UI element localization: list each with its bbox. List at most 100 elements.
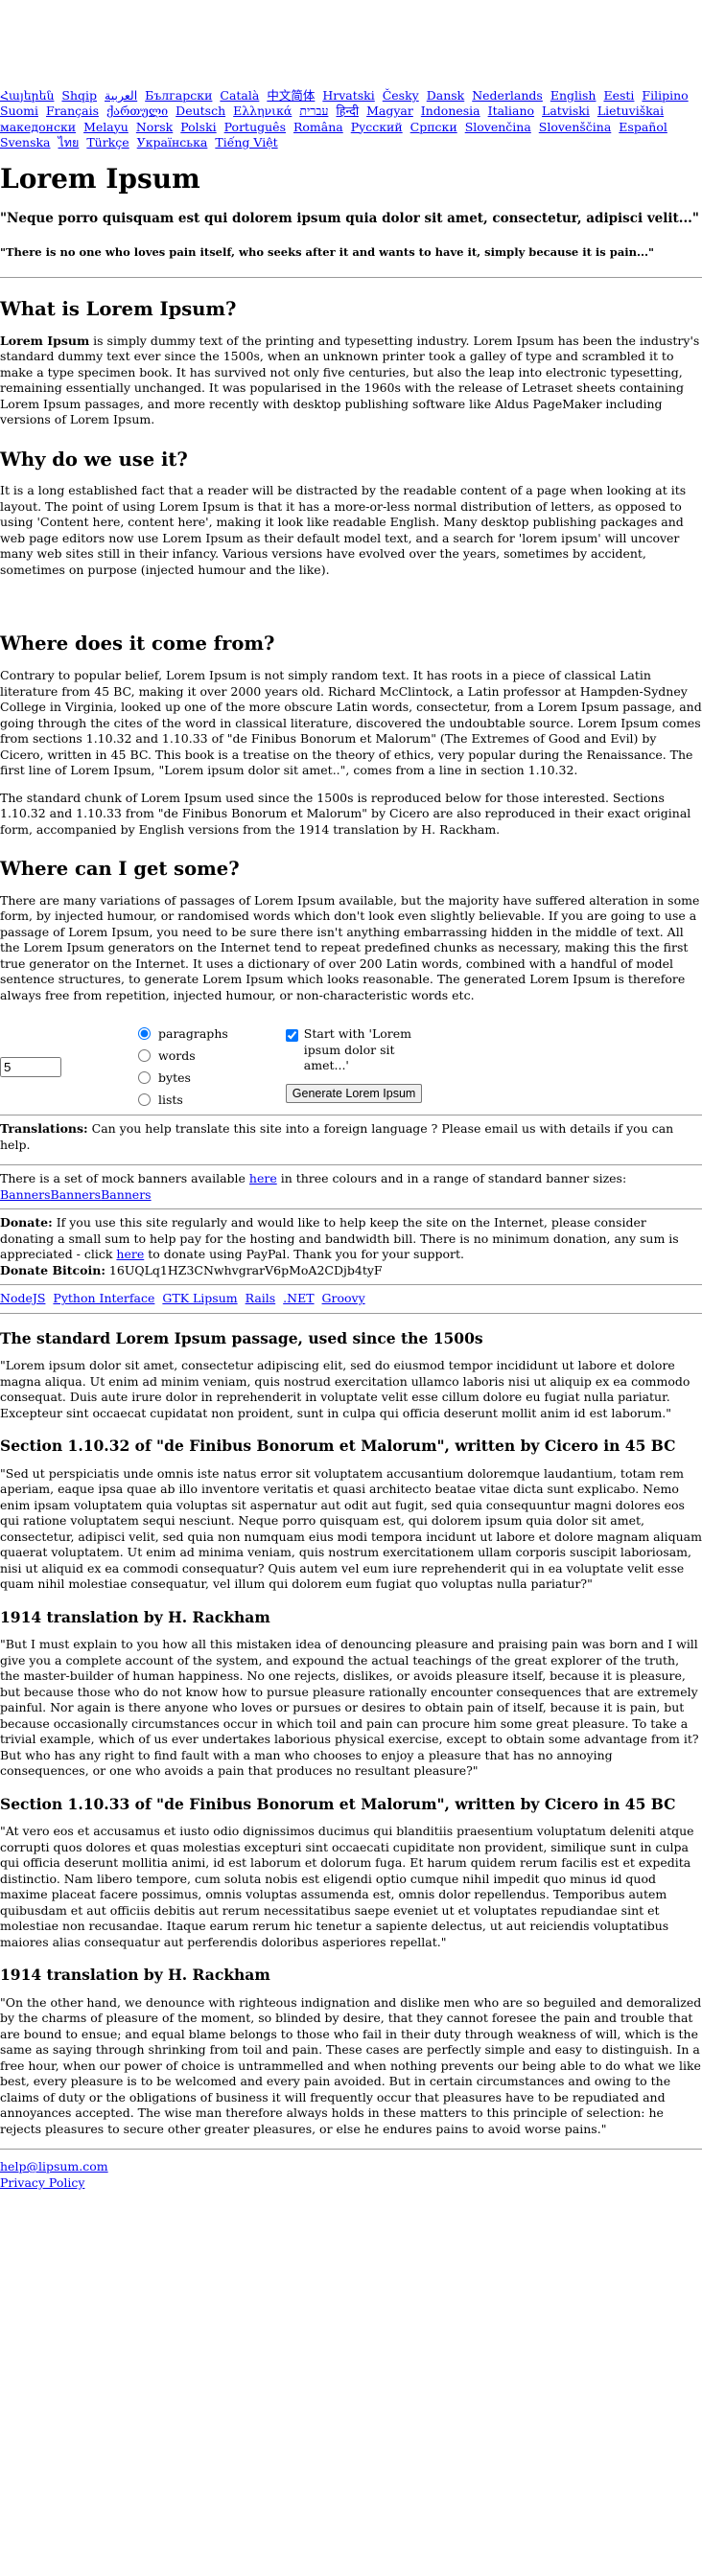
amount-input[interactable]	[0, 1057, 61, 1078]
language-link[interactable]: Svenska	[0, 135, 51, 150]
s1033-paragraph: "At vero eos et accusamus et iusto odio …	[0, 1824, 694, 1949]
divider	[0, 1208, 702, 1210]
divider	[0, 1312, 702, 1314]
language-link[interactable]: Tiếng Việt	[215, 135, 277, 150]
language-link[interactable]: العربية	[105, 88, 137, 103]
translation2-heading: 1914 translation by H. Rackham	[0, 1966, 270, 1985]
type-options: paragraphs words bytes lists	[138, 1023, 228, 1111]
language-link[interactable]: Српски	[410, 120, 457, 134]
tool-links: NodeJS Python Interface GTK Lipsum Rails…	[0, 1291, 702, 1307]
language-link[interactable]: Shqip	[61, 88, 97, 103]
option-paragraphs-label: paragraphs	[158, 1025, 228, 1041]
start-with-option[interactable]: Start with 'Lorem ipsum dolor sit amet..…	[285, 1026, 439, 1074]
language-list: Հայերեն Shqip العربية Български Català 中…	[0, 8, 702, 150]
quote-english: "There is no one who loves pain itself, …	[0, 244, 654, 259]
what-strong: Lorem Ipsum	[0, 333, 90, 348]
banners-block: There is a set of mock banners available…	[0, 1171, 702, 1203]
language-link[interactable]: Polski	[180, 120, 216, 134]
language-link[interactable]: Français	[46, 104, 99, 118]
language-link[interactable]: Suomi	[0, 104, 38, 118]
banner-image-3[interactable]: Banners	[101, 1187, 152, 1202]
translation1-paragraph: "But I must explain to you how all this …	[0, 1637, 699, 1779]
tool-link[interactable]: Python Interface	[53, 1291, 154, 1305]
bitcoin-label: Donate Bitcoin:	[0, 1262, 105, 1277]
language-link[interactable]: Filipino	[642, 88, 688, 103]
language-link[interactable]: Norsk	[136, 120, 173, 134]
paragraphs-radio[interactable]	[138, 1027, 151, 1041]
s1032-heading: Section 1.10.32 of "de Finibus Bonorum e…	[0, 1437, 676, 1456]
language-link[interactable]: Italiano	[488, 104, 534, 118]
quote-latin: "Neque porro quisquam est qui dolorem ip…	[0, 210, 699, 226]
page-title: Lorem Ipsum	[0, 163, 200, 195]
language-link[interactable]: Česky	[383, 88, 419, 103]
bitcoin-address: 16UQLq1HZ3CNwhvgrarV6pMoA2CDjb4tyF	[105, 1262, 383, 1277]
language-link[interactable]: עברית	[299, 104, 328, 118]
language-link[interactable]: Eesti	[603, 88, 634, 103]
generator-form: paragraphs words bytes lists Start with …	[0, 1019, 702, 1107]
language-link[interactable]: English	[550, 88, 597, 103]
banners-link[interactable]: here	[249, 1171, 277, 1185]
tool-link[interactable]: Groovy	[322, 1291, 365, 1305]
lists-radio[interactable]	[138, 1093, 151, 1107]
language-link[interactable]: Româna	[293, 120, 343, 134]
language-link[interactable]: македонски	[0, 120, 76, 134]
language-link[interactable]: Magyar	[366, 104, 413, 118]
language-link[interactable]: ქართული	[106, 104, 168, 118]
language-link[interactable]: Українська	[137, 135, 208, 150]
bytes-radio[interactable]	[138, 1071, 151, 1085]
language-link[interactable]: Հայերեն	[0, 88, 54, 103]
banner-image-2[interactable]: Banners	[51, 1187, 102, 1202]
privacy-link[interactable]: Privacy Policy	[0, 2175, 84, 2190]
what-text: is simply dummy text of the printing and…	[0, 333, 700, 427]
tool-link[interactable]: GTK Lipsum	[162, 1291, 237, 1305]
option-bytes[interactable]: bytes	[138, 1067, 228, 1089]
language-link[interactable]: Nederlands	[472, 88, 543, 103]
where-from-paragraph-1: Contrary to popular belief, Lorem Ipsum …	[0, 668, 702, 778]
start-with-label: Start with 'Lorem ipsum dolor sit amet..…	[303, 1026, 412, 1073]
why-paragraph: It is a long established fact that a rea…	[0, 483, 687, 577]
language-link[interactable]: Hrvatski	[322, 88, 374, 103]
option-lists[interactable]: lists	[138, 1089, 228, 1111]
divider	[0, 1115, 702, 1116]
tool-link[interactable]: Rails	[246, 1291, 276, 1305]
divider	[0, 2149, 702, 2150]
where-get-heading: Where can I get some?	[0, 858, 240, 881]
language-link[interactable]: Deutsch	[176, 104, 225, 118]
tool-link[interactable]: NodeJS	[0, 1291, 45, 1305]
language-link[interactable]: Latviski	[542, 104, 590, 118]
s1032-paragraph: "Sed ut perspiciatis unde omnis iste nat…	[0, 1465, 702, 1592]
option-paragraphs[interactable]: paragraphs	[138, 1023, 228, 1045]
donate-link[interactable]: here	[116, 1247, 144, 1261]
option-words[interactable]: words	[138, 1045, 228, 1067]
language-link[interactable]: Indonesia	[421, 104, 480, 118]
language-link[interactable]: Dansk	[427, 88, 465, 103]
start-with-checkbox[interactable]	[285, 1029, 298, 1043]
language-link[interactable]: Pyccкий	[351, 120, 403, 134]
donate-text-after: to donate using PayPal. Thank you for yo…	[144, 1247, 464, 1262]
donate-block: Donate: If you use this site regularly a…	[0, 1215, 702, 1278]
tool-link[interactable]: .NET	[283, 1291, 314, 1305]
standard-heading: The standard Lorem Ipsum passage, used s…	[0, 1328, 483, 1347]
divider	[0, 1284, 702, 1286]
language-link[interactable]: Slovenčina	[465, 120, 531, 134]
donate-strong: Donate:	[0, 1215, 53, 1230]
banner-image-1[interactable]: Banners	[0, 1187, 51, 1202]
language-link[interactable]: Melayu	[83, 120, 129, 134]
language-link[interactable]: Türkçe	[86, 135, 129, 150]
email-link[interactable]: help@lipsum.com	[0, 2159, 108, 2174]
language-link[interactable]: Español	[619, 120, 667, 134]
language-link[interactable]: Català	[220, 88, 259, 103]
page: Հայերեն Shqip العربية Български Català 中…	[0, 0, 702, 2191]
language-link[interactable]: हिन्दी	[336, 104, 359, 118]
language-link[interactable]: Português	[224, 120, 286, 134]
generate-button[interactable]: Generate Lorem Ipsum	[285, 1083, 423, 1103]
language-link[interactable]: Lietuviškai	[597, 104, 664, 118]
language-link[interactable]: Български	[145, 88, 212, 103]
language-link[interactable]: 中文简体	[267, 88, 315, 103]
language-link[interactable]: Ελληνικά	[233, 104, 292, 118]
generator-right: Start with 'Lorem ipsum dolor sit amet..…	[285, 1026, 439, 1103]
words-radio[interactable]	[138, 1049, 151, 1063]
footer: help@lipsum.com Privacy Policy	[0, 2159, 702, 2191]
language-link[interactable]: Slovenščina	[539, 120, 612, 134]
language-link[interactable]: ไทย	[58, 135, 80, 150]
